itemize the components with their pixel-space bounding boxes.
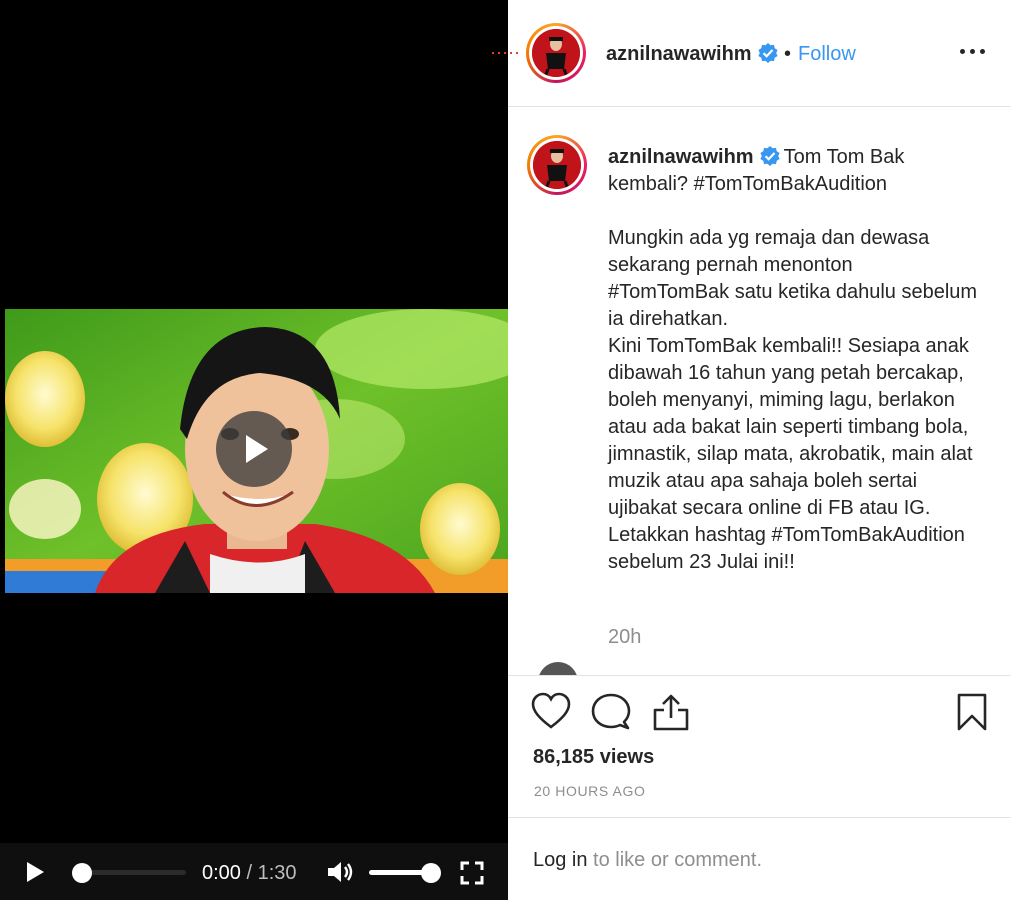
caption-time-ago: 20h <box>608 626 642 648</box>
post-date[interactable]: 20 HOURS AGO <box>534 783 645 799</box>
time-display: 0:00 / 1:30 <box>202 862 297 885</box>
header-bullet: • <box>784 43 792 65</box>
share-icon[interactable] <box>651 692 691 732</box>
volume-icon[interactable] <box>326 861 354 883</box>
seek-handle[interactable] <box>72 863 92 883</box>
verified-badge-icon <box>759 146 780 166</box>
avatar-image <box>532 29 580 77</box>
follow-button[interactable]: Follow <box>798 43 856 66</box>
heart-icon[interactable] <box>531 692 571 732</box>
avatar-image <box>533 141 581 189</box>
time-separator: / <box>246 862 253 884</box>
caption-body: Mungkin ada yg remaja dan dewasa sekaran… <box>608 227 978 573</box>
view-count[interactable]: 86,185 views <box>533 746 654 769</box>
volume-handle[interactable] <box>421 863 441 883</box>
header-avatar[interactable] <box>526 23 586 83</box>
duration: 1:30 <box>257 862 297 884</box>
decorative-dotted-line <box>492 52 518 54</box>
comment-avatar <box>538 662 578 676</box>
caption-username[interactable]: aznilnawawihm <box>608 146 754 168</box>
video-player[interactable]: 0:00 / 1:30 <box>0 0 508 900</box>
post-caption: aznilnawawihm Tom Tom Bak kembali? #TomT… <box>608 144 978 576</box>
caption-avatar[interactable] <box>527 135 587 195</box>
login-prompt-text: to like or comment. <box>587 849 763 871</box>
comment-icon[interactable] <box>591 692 631 732</box>
bookmark-icon[interactable] <box>952 692 992 732</box>
video-controls: 0:00 / 1:30 <box>0 843 508 900</box>
seek-bar[interactable] <box>82 870 186 875</box>
login-divider <box>508 817 1011 818</box>
more-options-icon[interactable] <box>958 35 988 65</box>
current-time: 0:00 <box>202 862 241 884</box>
play-overlay-button[interactable] <box>216 411 292 487</box>
login-prompt: Log in to like or comment. <box>533 849 762 872</box>
header-username[interactable]: aznilnawawihm <box>606 43 752 66</box>
actions-divider <box>508 675 1011 676</box>
verified-badge-icon <box>758 43 778 63</box>
header-divider <box>508 106 1011 107</box>
fullscreen-icon[interactable] <box>460 861 484 885</box>
play-button[interactable] <box>25 861 47 883</box>
login-link[interactable]: Log in <box>533 849 588 871</box>
